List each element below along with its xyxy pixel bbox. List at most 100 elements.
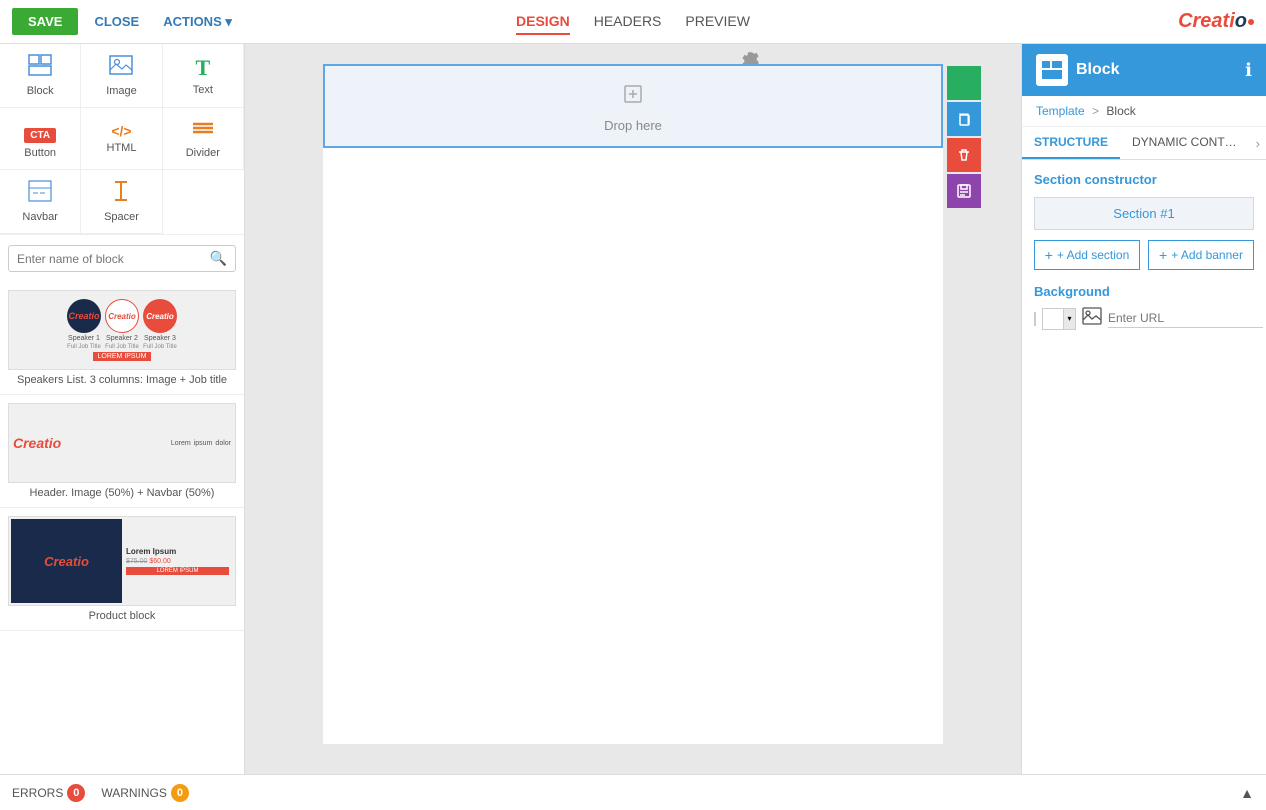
panel-tab-arrow[interactable]: › <box>1250 127 1266 159</box>
errors-label: ERRORS <box>12 786 63 800</box>
text-label: Text <box>193 84 213 96</box>
image-label: Image <box>106 85 137 97</box>
bg-color-swatch[interactable] <box>1042 308 1064 330</box>
divider-icon <box>191 118 215 144</box>
warnings-badge: 0 <box>171 784 189 802</box>
search-box: 🔍 <box>8 245 236 272</box>
template-speakers-preview: Creatio Speaker 1 Full Job Title Creatio… <box>8 290 236 370</box>
divider-label: Divider <box>186 147 220 159</box>
button-label: Button <box>24 147 56 159</box>
button-icon: CTA <box>24 118 56 144</box>
speaker1-avatar: Creatio <box>67 299 101 333</box>
template-header[interactable]: Creatio Lorem ipsum dolor Header. Image … <box>0 395 244 508</box>
save-section-button[interactable] <box>947 174 981 208</box>
topbar-tabs: DESIGN HEADERS PREVIEW <box>516 9 750 35</box>
template-product-preview: Creatio Lorem Ipsum $75.00 $60.00 LOREM … <box>8 516 236 606</box>
panel-breadcrumb: Template > Block <box>1022 96 1266 127</box>
panel-content: Section constructor Section #1 + + Add s… <box>1022 160 1266 774</box>
topbar: SAVE CLOSE ACTIONS DESIGN HEADERS PREVIE… <box>0 0 1266 44</box>
background-label: Background <box>1034 284 1254 299</box>
panel-tabs: STRUCTURE DYNAMIC CONT… › <box>1022 127 1266 160</box>
breadcrumb-template[interactable]: Template <box>1036 104 1085 118</box>
panel-title: Block <box>1076 61 1120 79</box>
section-constructor-label: Section constructor <box>1034 172 1254 187</box>
move-section-button[interactable] <box>947 66 981 100</box>
component-spacer[interactable]: Spacer <box>81 170 162 234</box>
html-label: HTML <box>107 142 137 154</box>
speaker2-avatar: Creatio <box>105 299 139 333</box>
tab-structure[interactable]: STRUCTURE <box>1022 127 1120 159</box>
breadcrumb-block: Block <box>1106 104 1135 118</box>
component-navbar[interactable]: Navbar <box>0 170 81 234</box>
image-icon <box>109 54 133 82</box>
add-banner-plus-icon: + <box>1159 247 1167 263</box>
copy-section-button[interactable] <box>947 102 981 136</box>
delete-section-button[interactable] <box>947 138 981 172</box>
panel-block-icon <box>1036 54 1068 86</box>
tab-dynamic-content[interactable]: DYNAMIC CONT… <box>1120 127 1249 159</box>
section-item[interactable]: Section #1 <box>1034 197 1254 230</box>
add-banner-label: + Add banner <box>1171 248 1243 262</box>
text-icon: T <box>195 55 210 81</box>
logo: Creatio <box>1178 10 1254 33</box>
template-header-label: Header. Image (50%) + Navbar (50%) <box>8 487 236 499</box>
block-icon <box>28 54 52 82</box>
component-divider[interactable]: Divider <box>163 108 244 170</box>
tab-headers[interactable]: HEADERS <box>594 9 662 35</box>
warnings-label: WARNINGS <box>101 786 167 800</box>
drop-zone[interactable]: Drop here <box>325 66 941 146</box>
template-product-label: Product block <box>8 610 236 622</box>
add-section-label: + Add section <box>1057 248 1129 262</box>
html-icon: </> <box>111 123 131 139</box>
main-layout: Block Image T Text CTA Button <box>0 44 1266 774</box>
block-label: Block <box>27 85 54 97</box>
info-icon[interactable]: ℹ <box>1245 60 1252 81</box>
tab-preview[interactable]: PREVIEW <box>685 9 750 35</box>
template-speakers-label: Speakers List. 3 columns: Image + Job ti… <box>8 374 236 386</box>
section-actions <box>947 66 981 208</box>
template-speakers[interactable]: Creatio Speaker 1 Full Job Title Creatio… <box>0 282 244 395</box>
warnings-button[interactable]: WARNINGS 0 <box>101 784 189 802</box>
background-controls: ▾ <box>1034 307 1254 330</box>
canvas-wrapper: Drop here <box>323 64 943 744</box>
canvas-section: Drop here <box>323 64 943 148</box>
add-banner-button[interactable]: + + Add banner <box>1148 240 1254 270</box>
bottom-bar: ERRORS 0 WARNINGS 0 ▲ <box>0 774 1266 810</box>
components-grid: Block Image T Text CTA Button <box>0 44 244 235</box>
expand-button[interactable]: ▲ <box>1240 785 1254 801</box>
right-panel: Block ℹ Template > Block STRUCTURE DYNAM… <box>1021 44 1266 774</box>
left-sidebar: Block Image T Text CTA Button <box>0 44 245 774</box>
template-header-preview: Creatio Lorem ipsum dolor <box>8 403 236 483</box>
add-section-button[interactable]: + + Add section <box>1034 240 1140 270</box>
component-block[interactable]: Block <box>0 44 81 108</box>
spacer-label: Spacer <box>104 211 139 223</box>
bg-checkbox[interactable] <box>1034 312 1036 326</box>
bg-color-dropdown[interactable]: ▾ <box>1064 308 1076 330</box>
spacer-icon <box>109 180 133 208</box>
drop-icon <box>619 80 647 114</box>
template-product[interactable]: Creatio Lorem Ipsum $75.00 $60.00 LOREM … <box>0 508 244 631</box>
panel-header: Block ℹ <box>1022 44 1266 96</box>
add-section-plus-icon: + <box>1045 247 1053 263</box>
speaker3-avatar: Creatio <box>143 299 177 333</box>
component-image[interactable]: Image <box>81 44 162 108</box>
search-icon[interactable]: 🔍 <box>210 250 227 267</box>
breadcrumb-separator: > <box>1092 104 1099 118</box>
save-button[interactable]: SAVE <box>12 8 78 35</box>
actions-button[interactable]: ACTIONS <box>155 8 240 36</box>
navbar-label: Navbar <box>22 211 57 223</box>
bg-url-input[interactable] <box>1108 309 1263 328</box>
blocks-list: Creatio Speaker 1 Full Job Title Creatio… <box>0 282 244 774</box>
drop-here-text: Drop here <box>604 118 662 133</box>
navbar-icon <box>28 180 52 208</box>
close-button[interactable]: CLOSE <box>86 8 147 35</box>
component-html[interactable]: </> HTML <box>81 108 162 170</box>
errors-button[interactable]: ERRORS 0 <box>12 784 85 802</box>
search-input[interactable] <box>17 252 210 266</box>
component-button[interactable]: CTA Button <box>0 108 81 170</box>
component-text[interactable]: T Text <box>163 44 244 108</box>
tab-design[interactable]: DESIGN <box>516 9 570 35</box>
canvas-area: Drop here <box>245 44 1021 774</box>
add-buttons: + + Add section + + Add banner <box>1034 240 1254 270</box>
bg-image-icon[interactable] <box>1082 307 1102 330</box>
